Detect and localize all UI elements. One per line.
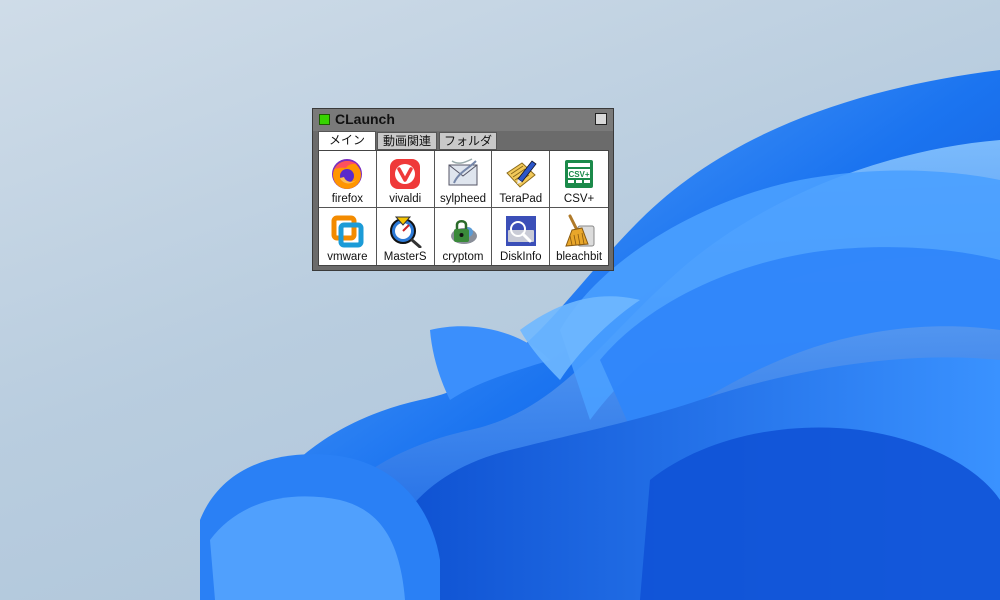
terapad-icon — [506, 160, 537, 188]
tab-bar: メイン 動画関連 フォルダ — [318, 131, 609, 151]
app-csv-plus[interactable]: CSV+ CSV+ — [550, 151, 608, 208]
svg-text:CSV+: CSV+ — [569, 170, 590, 179]
app-firefox[interactable]: firefox — [319, 151, 377, 208]
app-label: cryptom — [442, 251, 484, 263]
desktop: CLaunch メイン 動画関連 フォルダ firefox vivaldi sy… — [0, 0, 1000, 600]
app-bleachbit[interactable]: bleachbit — [550, 208, 608, 265]
app-label: sylpheed — [439, 193, 487, 205]
tab-folder[interactable]: フォルダ — [439, 132, 497, 150]
masters-icon — [390, 216, 422, 248]
firefox-icon — [332, 159, 363, 189]
cryptomator-icon — [450, 220, 477, 244]
status-indicator-icon — [319, 114, 330, 125]
vmware-icon — [331, 215, 364, 248]
vivaldi-icon — [390, 159, 421, 189]
app-vmware[interactable]: vmware — [319, 208, 377, 265]
csv-plus-icon: CSV+ — [565, 160, 594, 188]
diskinfo-icon — [505, 216, 536, 246]
app-label: bleachbit — [556, 251, 603, 263]
wallpaper-bloom — [200, 70, 1000, 600]
app-masters[interactable]: MasterS — [377, 208, 435, 265]
app-label: MasterS — [383, 251, 427, 263]
app-diskinfo[interactable]: DiskInfo — [492, 208, 551, 265]
title-bar[interactable]: CLaunch — [313, 109, 613, 131]
app-grid: firefox vivaldi sylpheed TeraPad CSV+ CS… — [318, 150, 609, 266]
app-label: firefox — [331, 193, 364, 205]
app-label: vivaldi — [389, 193, 422, 205]
window-menu-button[interactable] — [595, 113, 607, 125]
app-vivaldi[interactable]: vivaldi — [376, 151, 435, 208]
app-label: vmware — [327, 251, 368, 263]
claunch-window: CLaunch メイン 動画関連 フォルダ firefox vivaldi sy… — [312, 108, 614, 271]
tab-main[interactable]: メイン — [318, 131, 376, 151]
app-label: DiskInfo — [500, 251, 542, 263]
app-label: CSV+ — [563, 193, 595, 205]
app-label: TeraPad — [499, 193, 543, 205]
bleachbit-icon — [565, 214, 595, 247]
app-sylpheed[interactable]: sylpheed — [434, 151, 493, 208]
app-terapad[interactable]: TeraPad — [492, 151, 551, 208]
app-cryptomator[interactable]: cryptom — [435, 208, 493, 265]
window-title: CLaunch — [335, 111, 395, 127]
sylpheed-icon — [448, 158, 478, 186]
tab-video[interactable]: 動画関連 — [377, 132, 437, 150]
